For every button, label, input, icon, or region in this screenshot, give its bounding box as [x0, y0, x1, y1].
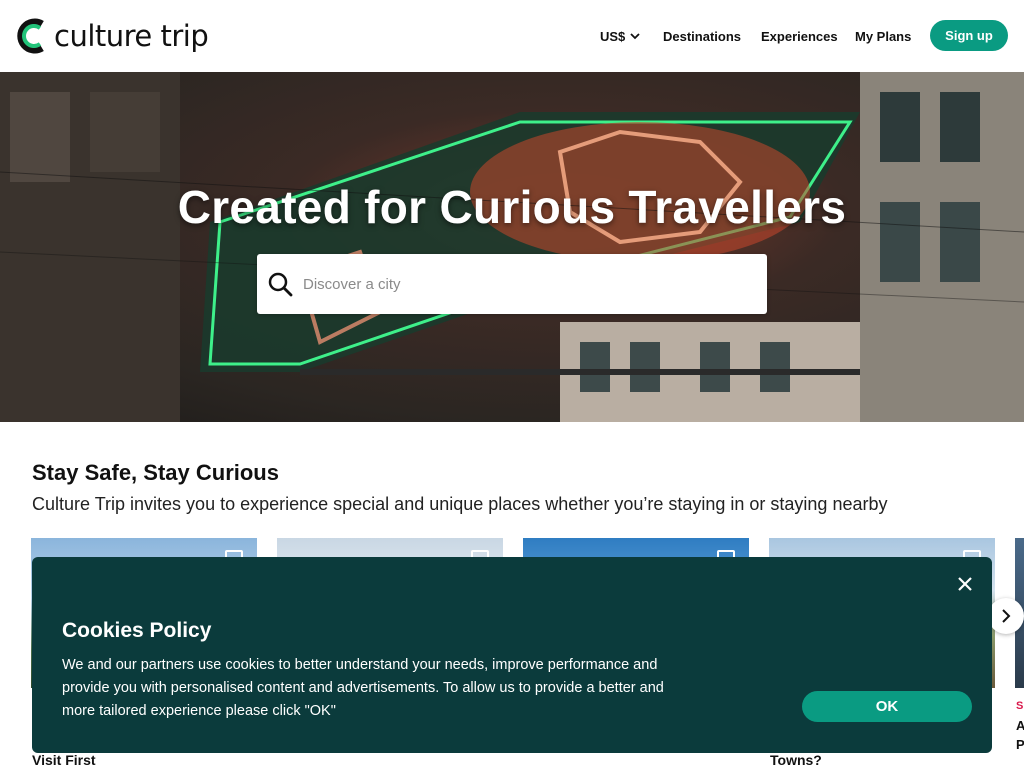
- cookie-text-line: We and our partners use cookies to bette…: [62, 657, 658, 673]
- card-title[interactable]: Towns?: [770, 752, 822, 768]
- currency-label: US$: [600, 28, 626, 44]
- hero-title: Created for Curious Travellers: [177, 181, 847, 233]
- section-subtitle: Culture Trip invites you to experience s…: [32, 494, 888, 514]
- cookie-text-line: more tailored experience please click "O…: [62, 703, 336, 719]
- card-title[interactable]: Visit First: [32, 752, 96, 768]
- cookie-ok-button[interactable]: OK: [802, 691, 972, 722]
- culture-trip-logo-icon: [17, 18, 44, 54]
- chevron-right-icon: [1002, 609, 1011, 623]
- nav-destinations[interactable]: Destinations: [663, 26, 741, 46]
- search-icon[interactable]: [266, 270, 294, 298]
- card-title[interactable]: P: [1016, 737, 1024, 752]
- site-header: culture trip US$ Destinations Experience…: [0, 0, 1024, 72]
- signup-button[interactable]: Sign up: [930, 20, 1008, 51]
- logo[interactable]: culture trip: [16, 18, 209, 54]
- currency-selector[interactable]: US$: [600, 26, 641, 46]
- search-input[interactable]: [303, 272, 743, 296]
- card-title[interactable]: A: [1016, 718, 1024, 733]
- logo-text: culture trip: [54, 19, 209, 53]
- cookie-close-button[interactable]: [952, 571, 978, 597]
- cookie-banner: Cookies Policy We and our partners use c…: [32, 557, 992, 753]
- search-box: [257, 254, 767, 314]
- close-icon: [958, 577, 972, 591]
- nav-experiences[interactable]: Experiences: [761, 26, 838, 46]
- nav-my-plans[interactable]: My Plans: [855, 26, 911, 46]
- card-tag: SI: [1016, 700, 1024, 712]
- cookie-text-line: provide you with personalised content an…: [62, 680, 664, 696]
- hero-background-image: [0, 72, 1024, 422]
- chevron-down-icon: [630, 33, 640, 40]
- cookie-title: Cookies Policy: [62, 619, 212, 642]
- carousel-next-button[interactable]: [988, 598, 1024, 634]
- hero-banner: Created for Curious Travellers: [0, 72, 1024, 422]
- section-title: Stay Safe, Stay Curious: [32, 460, 279, 485]
